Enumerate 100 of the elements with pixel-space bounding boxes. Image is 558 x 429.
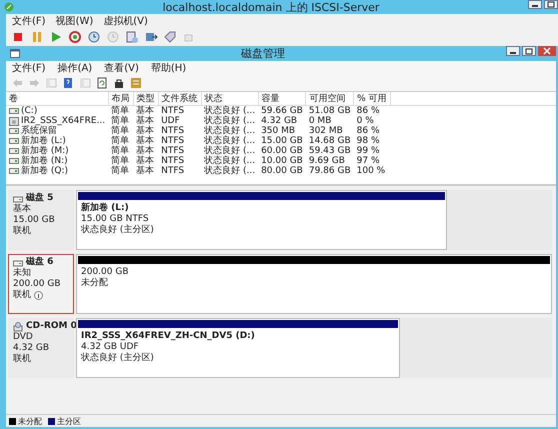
drive-icon <box>9 108 19 114</box>
table-cell: 0 % <box>354 116 390 126</box>
partition-info: 状态良好 (主分区) <box>81 353 155 364</box>
table-cell-text: 简单 <box>110 136 130 146</box>
partition-info: 200.00 GB <box>81 267 130 278</box>
toolbar-button[interactable] <box>143 30 159 44</box>
panel-icon <box>45 77 57 89</box>
table-cell: 97 % <box>354 156 390 166</box>
table-cell-text: 4.32 GB <box>260 116 298 126</box>
table-cell: (C:) <box>21 106 38 116</box>
toolbar-button[interactable] <box>61 77 75 89</box>
table-cell: 86 % <box>354 106 390 116</box>
table-cell-text: 简单 <box>110 146 130 156</box>
column-header[interactable]: 类型 <box>133 92 158 106</box>
window-title: 磁盘管理 <box>240 46 286 61</box>
partition-info: 4.32 GB UDF <box>81 342 140 352</box>
menu-item[interactable]: 操作(A) <box>58 61 92 75</box>
legend-label: 主分区 <box>57 416 81 426</box>
maximize-icon[interactable] <box>544 0 558 9</box>
table-cell: 简单 <box>108 106 134 116</box>
disk-type: 未知 <box>13 268 32 279</box>
clock-icon <box>87 30 101 44</box>
partition-info: 未分配 <box>81 278 109 289</box>
minimize-icon[interactable] <box>506 46 520 56</box>
toolbar-button[interactable] <box>86 30 102 44</box>
column-header[interactable]: 文件系统 <box>158 92 202 106</box>
column-header[interactable]: 布局 <box>108 92 134 106</box>
column-header[interactable]: 卷 <box>6 92 108 106</box>
window-icon <box>10 49 20 58</box>
play-icon <box>49 30 63 44</box>
column-header[interactable]: % 可用 <box>354 92 390 106</box>
disk-label-panel[interactable]: 磁盘 5 基本 15.00 GB 联机 <box>8 190 74 250</box>
table-cell-text: 基本 <box>135 156 156 166</box>
restore-icon[interactable] <box>522 46 536 56</box>
table-cell-text: 98 % <box>356 136 380 146</box>
menu-item[interactable]: 文件(F) <box>12 14 46 28</box>
table-cell: 新加卷 (M:) <box>21 146 69 156</box>
table-cell-text: 100 % <box>356 166 386 176</box>
drive-icon <box>9 138 19 144</box>
table-cell: 新加卷 (L:) <box>21 136 66 146</box>
drive-icon <box>9 128 19 134</box>
table-cell-text: 59.43 GB <box>308 146 352 156</box>
table-cell: 新加卷 (N:) <box>21 156 68 166</box>
menu-item[interactable]: 查看(V) <box>104 61 139 75</box>
table-cell-text: 86 % <box>356 126 380 136</box>
table-cell-text: 0 MB <box>308 116 332 126</box>
table-cell-text: 80.00 GB <box>260 166 304 176</box>
window-title: localhost.localdomain 上的 ISCSI-Server <box>162 0 380 14</box>
table-cell-text: 302 MB <box>308 126 344 136</box>
disk-label-panel[interactable]: 磁盘 6 未知 200.00 GB 联机 <box>8 254 74 314</box>
table-cell-text: NTFS <box>160 156 186 166</box>
menu-item[interactable]: 文件(F) <box>12 61 46 75</box>
table-cell: UDF <box>158 116 202 126</box>
partition-block[interactable]: 200.00 GB 未分配 <box>76 254 552 314</box>
table-cell-text: 简单 <box>110 156 130 166</box>
table-cell-text: 9.69 GB <box>308 156 346 166</box>
partition-title: IR2_SSS_X64FREV_ZH-CN_DV5 (D:) <box>81 331 256 342</box>
drive-icon <box>9 148 19 154</box>
disk-status: 联机 <box>13 354 31 365</box>
table-cell-text: 99 % <box>356 146 380 156</box>
close-icon[interactable] <box>538 46 556 56</box>
table-cell-text: 基本 <box>135 146 156 156</box>
partition-info: 状态良好 (主分区) <box>81 225 155 236</box>
table-cell: NTFS <box>158 106 202 116</box>
disk-type: 基本 <box>13 204 32 215</box>
toolbar-button[interactable] <box>95 77 109 89</box>
column-header[interactable]: 容量 <box>258 92 306 106</box>
table-cell-text: NTFS <box>160 126 186 136</box>
partition-block[interactable]: 新加卷 (L:) 15.00 GB NTFS 状态良好 (主分区) <box>76 190 448 250</box>
disk-size: 200.00 GB <box>13 279 62 290</box>
reset-icon <box>68 30 82 44</box>
table-cell-text: 60.00 GB <box>260 146 304 156</box>
table-cell-text: 状态良好 (... <box>203 116 256 126</box>
table-cell: 59.66 GB <box>258 106 306 116</box>
column-header[interactable]: 状态 <box>201 92 258 106</box>
table-cell-text: 350 MB <box>260 126 296 136</box>
column-header[interactable]: 可用空间 <box>306 92 354 106</box>
disk-size: 15.00 GB <box>13 215 56 226</box>
menu-item[interactable]: 虚拟机(V) <box>103 14 148 28</box>
clock-icon <box>106 30 120 44</box>
minimize-icon[interactable] <box>528 0 542 9</box>
table-cell-text: 状态良好 (... <box>203 136 256 146</box>
toolbar-button[interactable] <box>112 77 126 89</box>
table-cell-text: 状态良好 (... <box>203 156 256 166</box>
menu-item[interactable]: 帮助(H) <box>150 61 186 75</box>
partition-block[interactable]: IR2_SSS_X64FREV_ZH-CN_DV5 (D:) 4.32 GB UDF 状态良好 (主分区) <box>76 318 400 378</box>
drive-icon <box>9 168 19 174</box>
table-cell-text: 状态良好 (... <box>203 146 256 156</box>
menu-item[interactable]: 视图(W) <box>56 14 94 28</box>
table-cell-text: NTFS <box>160 136 186 146</box>
cd-drive-icon <box>13 322 23 332</box>
disk-status: 联机 <box>13 226 31 237</box>
table-cell-text: 状态良好 (... <box>203 166 256 176</box>
table-cell-text: 10.00 GB <box>260 156 304 166</box>
disk-name: 磁盘 5 <box>26 193 54 204</box>
table-cell: 系统保留 <box>21 126 57 136</box>
tag-icon <box>163 30 177 44</box>
back-arrow-icon <box>11 77 23 89</box>
table-cell-text: 基本 <box>135 126 156 136</box>
stop-icon <box>11 30 25 44</box>
